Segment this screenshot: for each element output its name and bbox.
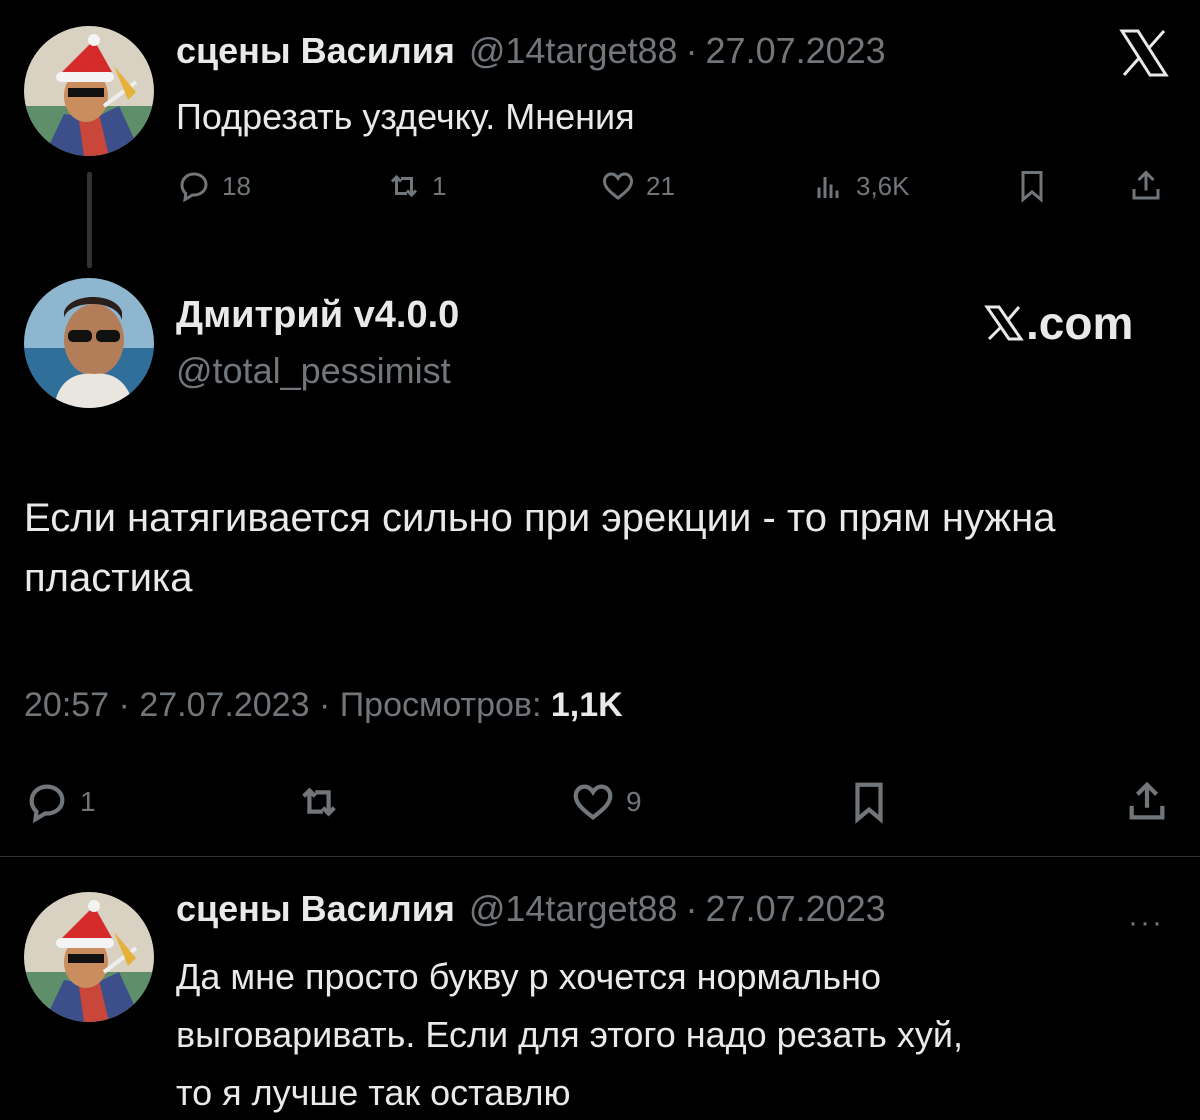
parent-tweet-header: сцены Василия @14target88 · 27.07.2023 bbox=[176, 30, 886, 72]
share-button[interactable] bbox=[1124, 776, 1170, 828]
like-button[interactable]: 9 bbox=[570, 776, 642, 828]
author-handle[interactable]: @14target88 bbox=[469, 30, 678, 72]
reply-button[interactable]: 18 bbox=[176, 164, 251, 208]
share-button[interactable] bbox=[1128, 164, 1164, 208]
views-label: Просмотров: bbox=[339, 686, 542, 724]
avatar[interactable] bbox=[24, 26, 154, 156]
retweet-button[interactable]: 1 bbox=[386, 164, 446, 208]
santa-hat-avatar-icon bbox=[24, 892, 154, 1022]
main-tweet-text: Если натягивается сильно при эрекции - т… bbox=[24, 496, 1056, 600]
retweet-count: 1 bbox=[432, 170, 447, 201]
reply-text-line: Да мне просто букву р хочется нормально bbox=[176, 956, 881, 997]
reply-icon bbox=[29, 784, 65, 824]
reply-text-line: выговаривать. Если для этого надо резать… bbox=[176, 1014, 963, 1055]
tweet-meta: 20:57 · 27.07.2023 · Просмотров: 1,1K bbox=[24, 686, 623, 725]
tweet-thread-screenshot: сцены Василия @14target88 · 27.07.2023 П… bbox=[0, 0, 1200, 1120]
x-logo-icon bbox=[1118, 28, 1170, 78]
tweet-date[interactable]: 27.07.2023 bbox=[706, 888, 886, 930]
view-count: 3,6K bbox=[856, 170, 910, 201]
reply-icon bbox=[180, 172, 208, 203]
views-icon bbox=[817, 177, 839, 198]
reply-text-line: то я лучше так оставлю bbox=[176, 1072, 571, 1113]
bookmark-icon bbox=[855, 782, 883, 824]
share-icon bbox=[1129, 781, 1165, 820]
reply-tweet-text: Да мне просто букву р хочется нормально … bbox=[176, 948, 1166, 1120]
bookmark-button[interactable] bbox=[846, 776, 892, 828]
x-com-watermark: .com bbox=[984, 296, 1133, 350]
divider bbox=[0, 856, 1200, 857]
watermark-text: .com bbox=[1026, 297, 1134, 349]
separator-dot: · bbox=[118, 686, 140, 724]
views-button[interactable]: 3,6K bbox=[810, 164, 910, 208]
heart-icon bbox=[573, 784, 613, 820]
author-handle[interactable]: @14target88 bbox=[469, 888, 678, 930]
separator-dot: · bbox=[685, 30, 698, 71]
tweet-time[interactable]: 20:57 bbox=[24, 686, 109, 724]
view-count: 1,1K bbox=[550, 686, 623, 724]
santa-hat-avatar-icon bbox=[24, 26, 154, 156]
heart-icon bbox=[602, 172, 634, 200]
author-name[interactable]: Дмитрий v4.0.0 bbox=[176, 294, 459, 337]
avatar[interactable] bbox=[24, 278, 154, 408]
author-handle[interactable]: @total_pessimist bbox=[176, 350, 451, 392]
bookmark-icon bbox=[1021, 171, 1043, 203]
avatar[interactable] bbox=[24, 892, 154, 1022]
tweet-date[interactable]: 27.07.2023 bbox=[706, 30, 886, 72]
profile-photo-icon bbox=[24, 278, 154, 408]
like-count: 9 bbox=[626, 786, 642, 817]
parent-tweet-text: Подрезать уздечку. Мнения bbox=[176, 96, 635, 137]
reply-count: 18 bbox=[222, 170, 251, 201]
thread-connector-line bbox=[87, 172, 92, 268]
bookmark-button[interactable] bbox=[1014, 164, 1050, 208]
reply-tweet-header: сцены Василия @14target88 · 27.07.2023 bbox=[176, 888, 886, 930]
more-options-icon[interactable]: ··· bbox=[1128, 906, 1164, 940]
x-logo-icon bbox=[984, 305, 1024, 341]
reply-button[interactable]: 1 bbox=[24, 776, 96, 828]
separator-dot: · bbox=[685, 888, 698, 929]
tweet-date[interactable]: 27.07.2023 bbox=[139, 686, 309, 724]
retweet-button[interactable] bbox=[296, 776, 342, 828]
author-name[interactable]: сцены Василия bbox=[176, 888, 455, 930]
reply-count: 1 bbox=[80, 786, 96, 817]
retweet-icon bbox=[390, 174, 418, 198]
main-tweet-actions: 1 9 bbox=[24, 776, 1174, 828]
parent-tweet-actions: 18 1 21 3,6K bbox=[176, 164, 1176, 208]
author-name[interactable]: сцены Василия bbox=[176, 30, 455, 72]
like-button[interactable]: 21 bbox=[600, 164, 675, 208]
separator-dot: · bbox=[318, 686, 340, 724]
share-icon bbox=[1132, 170, 1160, 200]
retweet-icon bbox=[302, 787, 336, 817]
like-count: 21 bbox=[646, 170, 675, 201]
